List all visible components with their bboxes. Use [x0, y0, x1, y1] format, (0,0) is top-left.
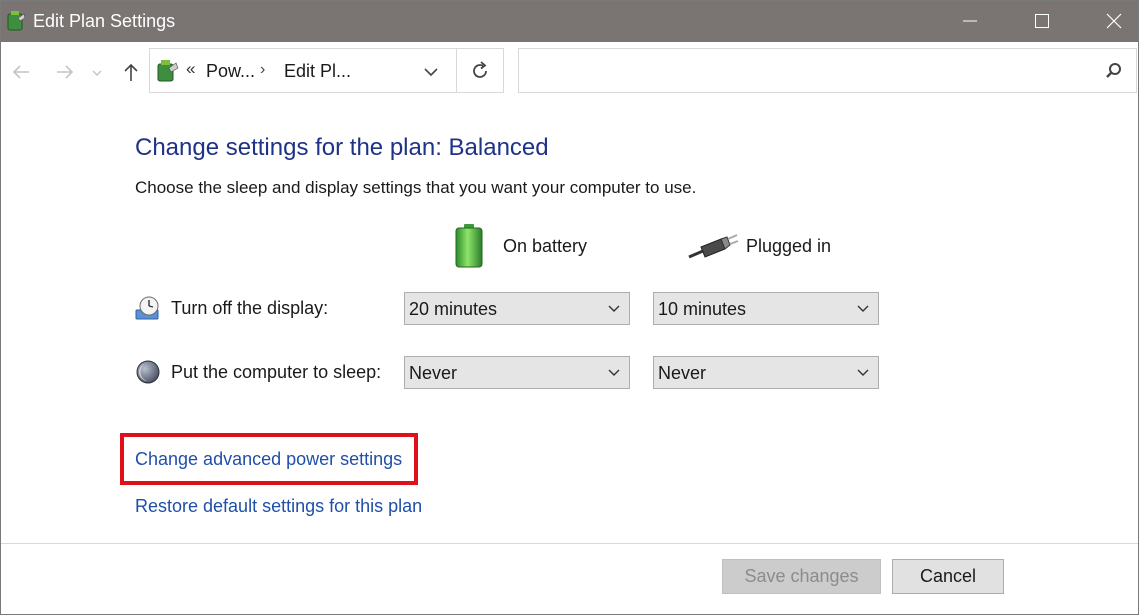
recent-locations-chevron-icon[interactable]	[89, 58, 105, 86]
sleep-moon-icon	[135, 359, 161, 385]
breadcrumb-edit-plan[interactable]: Edit Pl...	[284, 61, 351, 82]
chevron-down-icon[interactable]	[420, 61, 442, 83]
breadcrumb-separator[interactable]: ›	[260, 61, 265, 79]
power-options-icon	[5, 10, 27, 32]
close-button[interactable]	[1091, 1, 1137, 42]
save-changes-button[interactable]: Save changes	[722, 559, 881, 594]
on-battery-label: On battery	[503, 236, 588, 256]
battery-icon	[451, 223, 491, 274]
power-plug-icon	[687, 231, 739, 266]
search-icon[interactable]	[1104, 61, 1124, 81]
chevron-down-icon	[607, 302, 621, 316]
forward-arrow-icon[interactable]	[51, 58, 79, 86]
maximize-button[interactable]	[1019, 1, 1065, 42]
page-title: Change settings for the plan: Balanced	[135, 134, 549, 161]
breadcrumb-power-options[interactable]: Pow...	[206, 61, 255, 82]
chevron-down-icon	[856, 366, 870, 380]
refresh-icon[interactable]	[468, 59, 492, 83]
chevron-down-icon	[607, 366, 621, 380]
chevron-down-icon	[856, 302, 870, 316]
display-plugged-select[interactable]: 10 minutes	[653, 292, 879, 325]
back-arrow-icon[interactable]	[7, 58, 35, 86]
sleep-plugged-select[interactable]: Never	[653, 356, 879, 389]
window-title: Edit Plan Settings	[33, 11, 176, 31]
sleep-battery-select[interactable]: Never	[404, 356, 630, 389]
cancel-button[interactable]: Cancel	[892, 559, 1004, 594]
address-divider	[456, 49, 457, 92]
window: Edit Plan Settings « Pow... › Edit Pl...…	[0, 0, 1139, 615]
title-bar[interactable]: Edit Plan Settings	[1, 1, 1138, 42]
search-input[interactable]	[518, 48, 1137, 93]
navigation-bar: « Pow... › Edit Pl...	[1, 42, 1138, 102]
plugged-in-label: Plugged in	[746, 236, 832, 256]
change-advanced-power-settings-link[interactable]: Change advanced power settings	[135, 449, 402, 470]
minimize-button[interactable]	[947, 1, 993, 42]
address-bar[interactable]: « Pow... › Edit Pl...	[149, 48, 504, 93]
page-description: Choose the sleep and display settings th…	[135, 178, 697, 197]
up-arrow-icon[interactable]	[117, 58, 145, 86]
breadcrumb-overflow[interactable]: «	[186, 59, 195, 79]
footer-divider	[1, 543, 1138, 544]
power-options-icon	[154, 58, 180, 84]
display-timer-icon	[135, 295, 161, 321]
restore-default-settings-link[interactable]: Restore default settings for this plan	[135, 496, 422, 517]
display-battery-select[interactable]: 20 minutes	[404, 292, 630, 325]
